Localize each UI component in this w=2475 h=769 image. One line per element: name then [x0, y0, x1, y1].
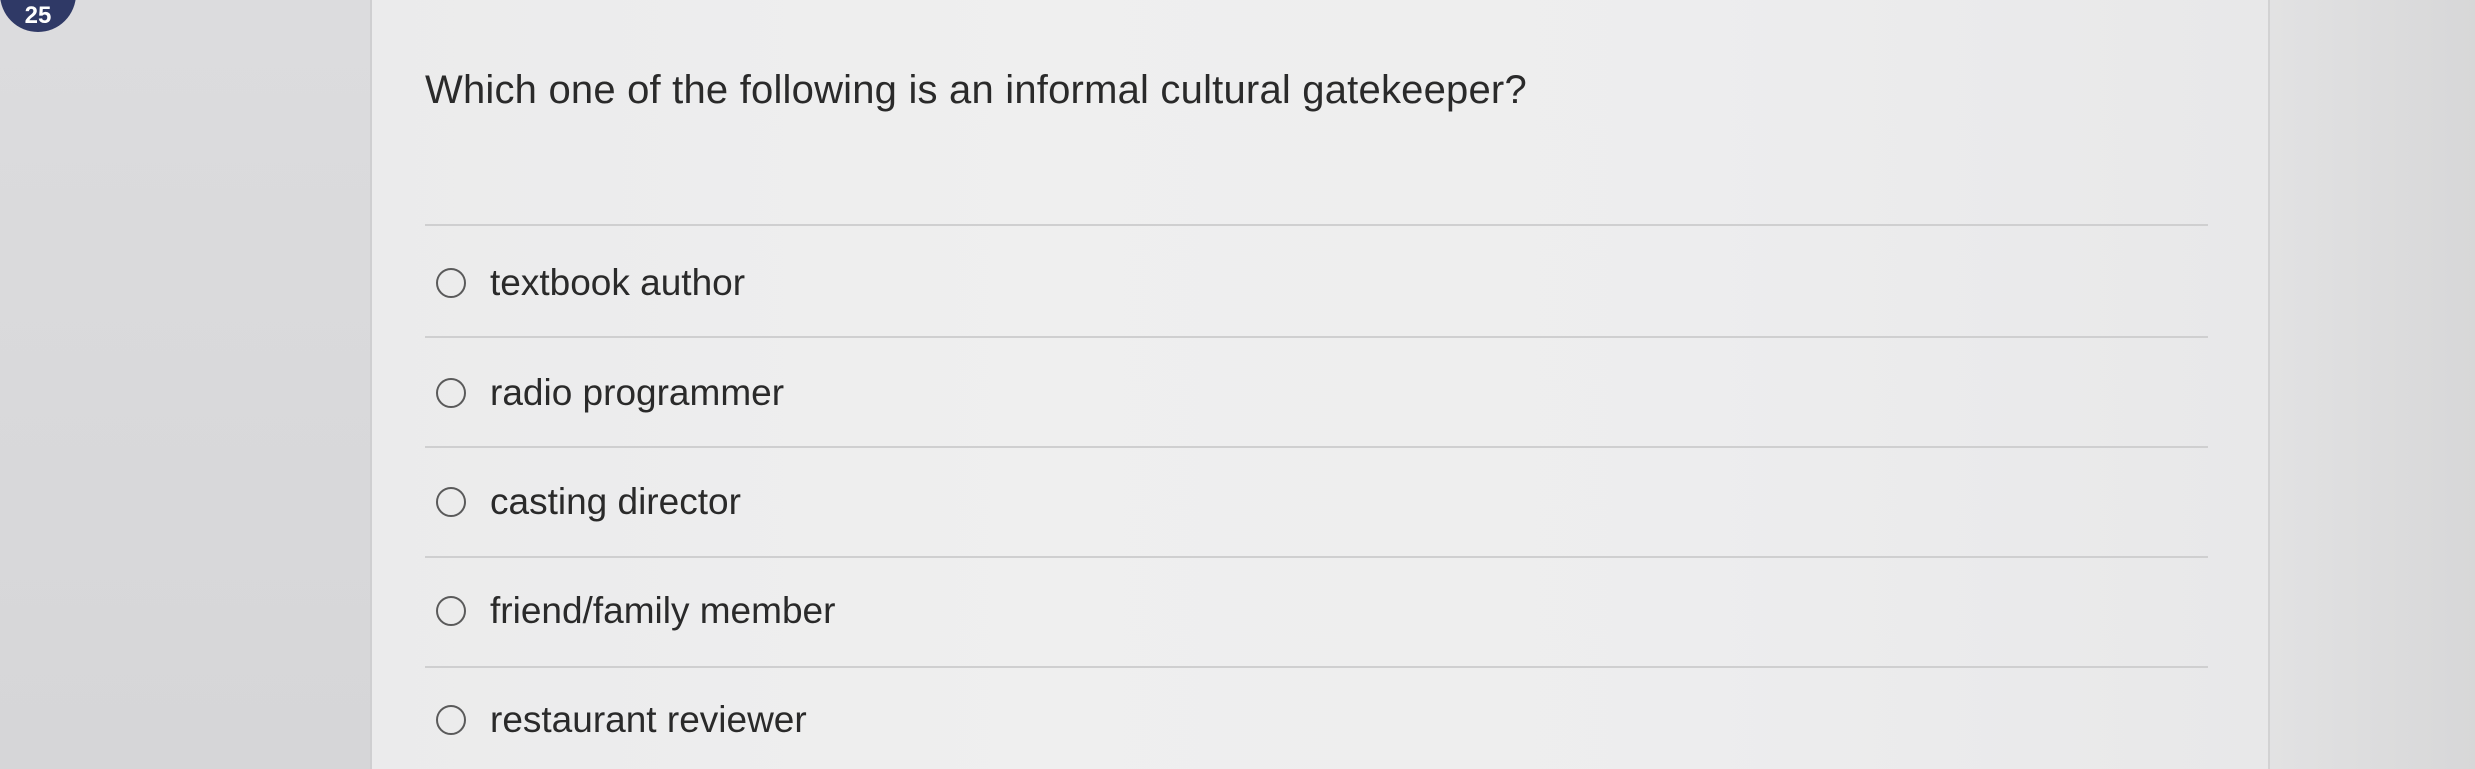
radio-button[interactable] [436, 378, 466, 408]
option-label: restaurant reviewer [490, 699, 807, 740]
option-textbook-author[interactable]: textbook author [436, 255, 745, 311]
left-margin [0, 0, 372, 769]
radio-button[interactable] [436, 705, 466, 735]
question-text: Which one of the following is an informa… [425, 68, 1527, 112]
option-radio-programmer[interactable]: radio programmer [436, 365, 784, 421]
radio-button[interactable] [436, 596, 466, 626]
option-label: radio programmer [490, 372, 785, 413]
option-label: friend/family member [490, 590, 836, 631]
option-label: textbook author [490, 262, 746, 303]
right-margin [2268, 0, 2475, 769]
option-casting-director[interactable]: casting director [436, 474, 741, 530]
option-restaurant-reviewer[interactable]: restaurant reviewer [436, 692, 807, 748]
divider [425, 224, 2208, 226]
option-label: casting director [490, 481, 741, 522]
divider [425, 336, 2208, 338]
radio-button[interactable] [436, 487, 466, 517]
divider [425, 446, 2208, 448]
radio-button[interactable] [436, 268, 466, 298]
divider [425, 666, 2208, 668]
option-friend-family-member[interactable]: friend/family member [436, 583, 835, 639]
divider [425, 556, 2208, 558]
